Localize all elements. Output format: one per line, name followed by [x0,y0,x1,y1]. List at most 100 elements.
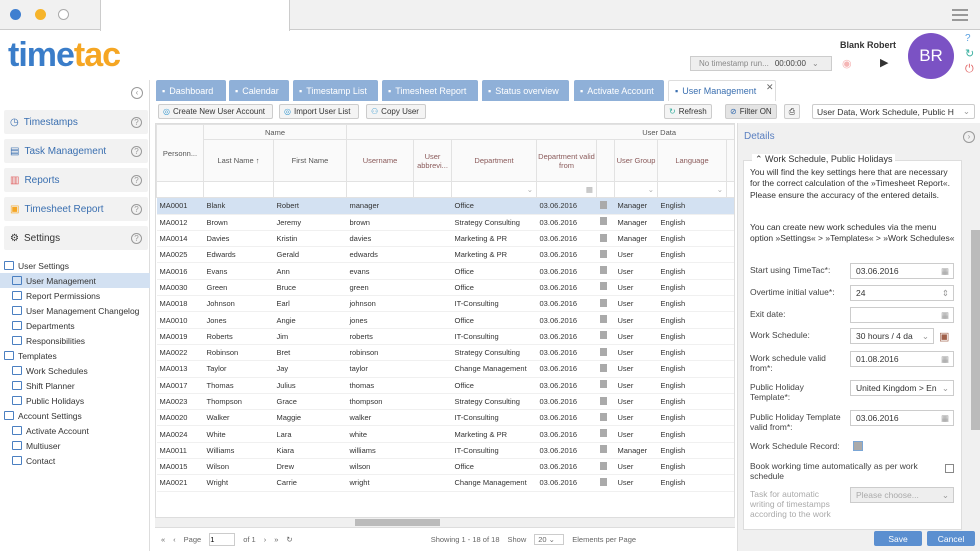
nav-timestamps[interactable]: ◷ Timestamps? [4,110,148,134]
tab-calendar[interactable]: ▪ Calendar [229,80,289,101]
field-input[interactable]: Please choose... ⌄ [850,487,954,503]
help-icon[interactable]: ? [965,33,971,44]
table-row[interactable]: MA0017 Thomas Julius thomas Office 03.06.2016… [156,377,734,394]
tree-item[interactable]: Templates [0,348,150,363]
column-filter[interactable]: ⌄ [657,180,728,199]
table-row[interactable]: MA0019 Roberts Jim roberts IT-Consulting 03.0… [156,328,734,345]
column-filter[interactable] [272,180,348,199]
power-icon[interactable]: ⏻ [965,63,974,76]
section-title[interactable]: ⌃ Work Schedule, Public Holidays [752,154,896,165]
table-row[interactable]: MA0001 Blank Robert manager Office 03.06.2016… [156,197,734,215]
column-filter[interactable] [596,180,616,199]
hamburger-menu-icon[interactable] [952,9,968,21]
work-schedule-record-icon[interactable] [853,441,863,451]
column-header[interactable] [596,139,616,182]
column-filter[interactable]: ▦ [536,180,598,199]
nav-reports[interactable]: ▥ Reports? [4,168,148,192]
help-icon[interactable]: ? [131,174,142,186]
table-row[interactable]: MA0016 Evans Ann evans Office 03.06.2016 User E… [156,262,734,280]
tree-item[interactable]: Report Permissions [0,288,150,303]
next-page-icon[interactable]: › [264,535,267,544]
horizontal-scrollbar[interactable] [155,517,735,527]
browser-tab[interactable] [100,0,290,31]
column-header[interactable]: User Group [614,139,659,182]
last-page-icon[interactable]: » [274,535,278,544]
tree-item[interactable]: Work Schedules [0,363,150,378]
stop-icon[interactable]: ◉ [842,57,852,70]
play-icon[interactable]: ▶ [880,56,888,69]
close-tab-icon[interactable]: ✕ [766,82,774,93]
help-icon[interactable]: ? [131,232,142,244]
table-row[interactable]: MA0025 Edwards Gerald edwards Marketing & PR… [156,246,734,264]
table-row[interactable]: MA0021 Wright Carrie wright Change Managemen… [156,474,734,492]
tree-item[interactable]: Departments [0,318,150,333]
page-input[interactable] [209,532,236,546]
tree-item[interactable]: User Management [0,273,150,288]
save-button[interactable]: Save [874,531,922,546]
tab-dashboard[interactable]: ▪ Dashboard [156,80,226,101]
table-row[interactable]: MA0010 Jones Angie jones Office 03.06.2016 Use… [156,311,734,329]
view-select[interactable]: User Data, Work Schedule, Public H ⌄ [812,104,975,119]
reload-icon[interactable]: ↻ [286,535,292,544]
field-input[interactable]: 03.06.2016 ▦ [850,263,954,279]
table-row[interactable]: MA0020 Walker Maggie walker IT-Consulting 03.… [156,409,734,427]
tab-timestamp-list[interactable]: ▪ Timestamp List [293,80,378,101]
cancel-button[interactable]: Cancel [927,531,975,546]
column-filter[interactable]: ⌄ [451,180,538,199]
filter-toggle-button[interactable]: ⊘ Filter ON [725,104,777,119]
column-header[interactable]: User abbrevi... [413,139,453,182]
copy-user-button[interactable]: ⚇ Copy User [366,104,426,119]
column-header[interactable]: Department [451,139,538,182]
field-input[interactable]: 30 hours / 4 da ⌄ [850,328,934,344]
tab-timesheet-report[interactable]: ▪ Timesheet Report [382,80,478,101]
table-row[interactable]: MA0014 Davies Kristin davies Marketing & PR 0… [156,230,734,248]
column-header[interactable]: Language [657,139,728,182]
column-header[interactable]: Department valid from [536,139,598,182]
collapse-sidebar-icon[interactable]: ‹ [131,87,143,99]
nav-task-management[interactable]: ▤ Task Management? [4,139,148,163]
table-row[interactable]: MA0013 Taylor Jay taylor Change Management 03… [156,360,734,378]
table-row[interactable]: MA0024 White Lara white Marketing & PR 03.06.… [156,425,734,443]
tab-activate-account[interactable]: ▪ Activate Account [574,80,664,101]
help-icon[interactable]: ? [131,145,142,157]
table-row[interactable]: MA0012 Brown Jeremy brown Strategy Consultin… [156,214,734,231]
tab-user-management[interactable]: ▪ User Management [668,80,776,101]
nav-timesheet-report[interactable]: ▣ Timesheet Report? [4,197,148,221]
tree-item[interactable]: Activate Account [0,423,150,438]
tab-status-overview[interactable]: ▪ Status overview [482,80,569,101]
column-header[interactable]: Last Name ↑ [203,139,274,182]
table-row[interactable]: MA0018 Johnson Earl johnson IT-Consulting 03.… [156,295,734,313]
avatar[interactable]: BR [908,33,954,79]
collapse-details-icon[interactable]: › [963,131,975,143]
auto-book-checkbox[interactable] [945,464,954,473]
field-input[interactable]: United Kingdom > En ⌄ [850,380,954,396]
timestamp-widget[interactable]: No timestamp run... 00:00:00 ⌄ [690,56,832,71]
field-input[interactable]: 24 ⇕ [850,285,954,301]
help-icon[interactable]: ? [131,203,142,215]
column-filter[interactable] [346,180,415,199]
chevron-down-icon[interactable]: ⌄ [812,59,819,68]
column-filter[interactable] [156,180,204,199]
col-personnel[interactable]: Personn... [156,124,204,182]
tree-item[interactable]: Responsibilities [0,333,150,348]
tree-item[interactable]: Contact [0,453,150,468]
work-schedule-icon[interactable]: ▣ [939,330,949,343]
scrollbar-thumb[interactable] [355,519,440,526]
column-header[interactable]: First Name [272,139,348,182]
window-minimize-dot[interactable] [35,9,46,20]
help-icon[interactable]: ? [131,116,142,128]
print-button[interactable]: ⎙ [784,104,800,119]
per-page-select[interactable]: 20 ⌄ [534,533,565,545]
tree-item[interactable]: User Settings [0,258,150,273]
tree-item[interactable]: Multiuser [0,438,150,453]
table-row[interactable]: MA0023 Thompson Grace thompson Strategy Cons… [156,393,734,411]
table-row[interactable]: MA0030 Green Bruce green Office 03.06.2016 Use… [156,279,734,297]
tree-item[interactable]: Shift Planner [0,378,150,393]
tree-item[interactable]: User Management Changelog [0,303,150,318]
table-row[interactable]: MA0015 Wilson Drew wilson Office 03.06.2016 Us… [156,458,734,476]
window-close-dot[interactable] [10,9,21,20]
column-filter[interactable] [413,180,453,199]
table-row[interactable]: MA0011 Williams Kiara williams IT-Consulting… [156,442,734,460]
tree-item[interactable]: Account Settings [0,408,150,423]
field-input[interactable]: ▦ [850,307,954,323]
